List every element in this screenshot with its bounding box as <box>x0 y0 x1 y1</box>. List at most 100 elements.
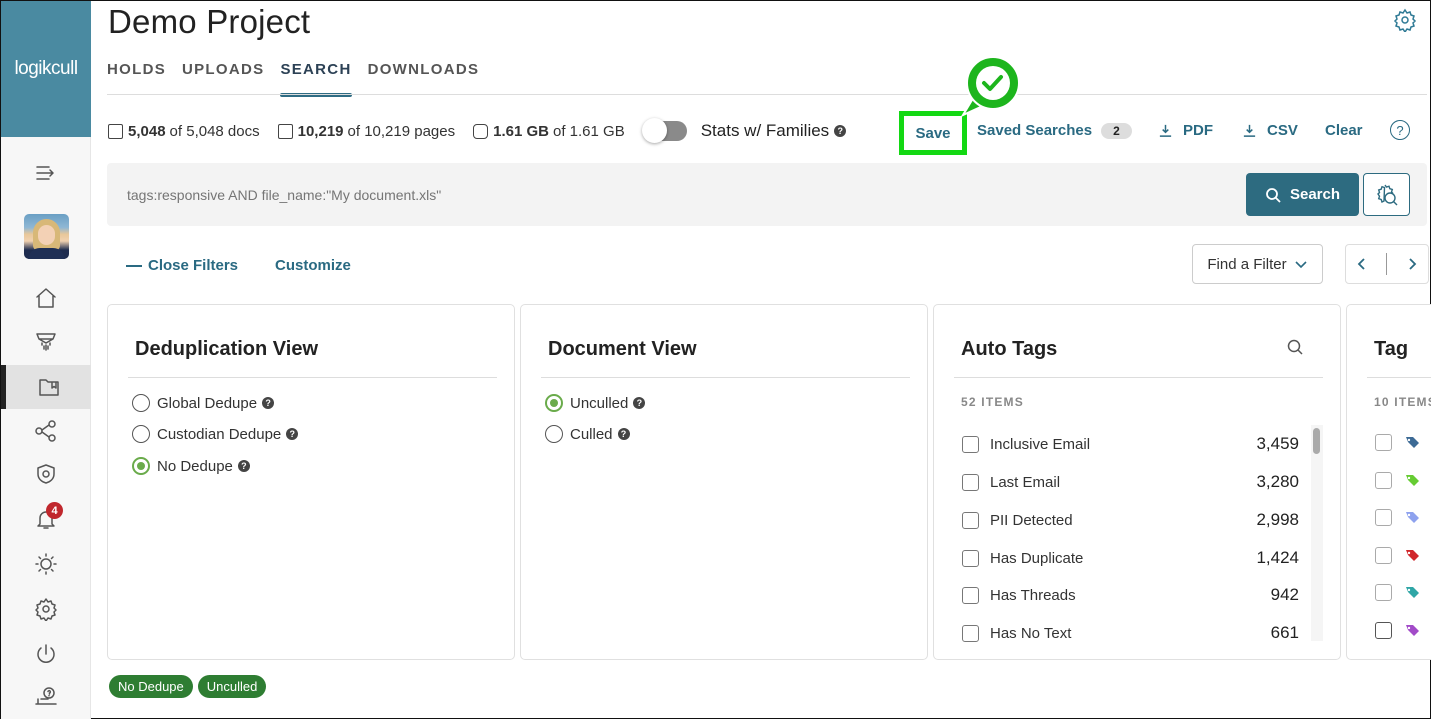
checkbox[interactable] <box>1375 584 1392 601</box>
help-icon[interactable]: ? <box>262 397 275 409</box>
card-title: Auto Tags <box>961 338 1058 360</box>
logout-power-icon <box>37 644 55 663</box>
saved-searches-button[interactable]: Saved Searches 2 <box>977 122 1132 139</box>
stats-families-label: Stats w/ Families <box>700 121 830 140</box>
export-pdf-button[interactable]: PDF <box>1158 122 1213 139</box>
project-tabs: HOLDS UPLOADS SEARCH DOWNLOADS <box>107 61 495 97</box>
sidebar-item-projects[interactable] <box>1 365 91 409</box>
filter-chip[interactable]: No Dedupe <box>109 675 193 698</box>
tab-downloads[interactable]: DOWNLOADS <box>368 61 480 97</box>
checkbox[interactable] <box>1375 546 1392 564</box>
radio-button[interactable] <box>132 425 150 443</box>
saved-searches-count: 2 <box>1101 122 1132 139</box>
checkbox[interactable] <box>962 511 979 529</box>
checkbox[interactable] <box>962 549 979 567</box>
list-item[interactable]: Last Email 3,280 <box>962 472 1299 492</box>
notification-badge: 4 <box>46 502 63 519</box>
tab-holds[interactable]: HOLDS <box>107 61 166 97</box>
sidebar: logikcull 4 <box>1 1 91 719</box>
help-icon[interactable]: ? <box>633 397 646 409</box>
auto-tags-search-button[interactable] <box>1286 338 1304 356</box>
radio-button-selected[interactable] <box>132 457 150 475</box>
list-item[interactable]: Has Threads 942 <box>962 585 1299 605</box>
help-support-icon <box>35 687 57 705</box>
filter-chip[interactable]: Unculled <box>197 675 267 698</box>
collapse-menu-icon <box>36 166 54 180</box>
sidebar-item-share[interactable] <box>1 411 91 451</box>
sidebar-item-notifications[interactable] <box>1 499 91 539</box>
tag-list-item[interactable] <box>1375 621 1420 639</box>
help-icon[interactable]: ? <box>834 125 847 137</box>
chevron-left-icon[interactable] <box>1355 257 1369 271</box>
checkbox[interactable] <box>1375 434 1392 451</box>
sidebar-item-settings[interactable] <box>1 589 91 629</box>
collapse-menu-button[interactable] <box>1 153 91 193</box>
chevron-right-icon[interactable] <box>1405 257 1419 271</box>
logikcull-logo[interactable]: logikcull <box>1 1 91 137</box>
sidebar-item-holds[interactable] <box>1 321 91 361</box>
projects-folder-icon <box>38 379 59 396</box>
radio-culled[interactable]: Culled? <box>545 425 630 443</box>
search-button[interactable]: Search <box>1246 173 1359 216</box>
sidebar-item-logout[interactable] <box>1 634 91 674</box>
radio-button[interactable] <box>132 394 150 412</box>
tag-list-item[interactable] <box>1375 546 1420 564</box>
search-bar: Search <box>107 163 1427 226</box>
export-csv-button[interactable]: CSV <box>1242 122 1298 139</box>
radio-button-selected[interactable] <box>545 394 563 412</box>
tag-icon <box>1406 512 1419 523</box>
clear-button[interactable]: Clear <box>1325 122 1363 139</box>
radio-no-dedupe[interactable]: No Dedupe? <box>132 457 250 475</box>
checkbox[interactable] <box>1375 509 1392 526</box>
help-icon[interactable]: ? <box>617 428 630 440</box>
checkbox[interactable] <box>1375 471 1392 489</box>
customize-button[interactable]: Customize <box>275 257 351 274</box>
items-count: 10 ITEMS <box>1374 395 1431 409</box>
filter-pager <box>1345 244 1429 284</box>
docs-stat: 5,048 of 5,048 docs <box>108 123 260 140</box>
help-button[interactable]: ? <box>1390 120 1410 140</box>
search-input[interactable] <box>127 183 1227 207</box>
tag-list-item[interactable] <box>1375 434 1420 451</box>
checkbox[interactable] <box>962 435 979 453</box>
checkbox[interactable] <box>962 586 979 604</box>
checkbox[interactable] <box>1375 621 1392 639</box>
sidebar-item-help[interactable] <box>1 677 91 717</box>
stats-families-toggle[interactable] <box>641 118 687 143</box>
user-avatar[interactable] <box>24 214 69 259</box>
radio-global-dedupe[interactable]: Global Dedupe? <box>132 394 275 412</box>
radio-custodian-dedupe[interactable]: Custodian Dedupe? <box>132 425 299 443</box>
checkbox[interactable] <box>962 624 979 642</box>
settings-gear-icon <box>35 598 57 621</box>
find-filter-dropdown[interactable]: Find a Filter <box>1192 244 1323 284</box>
scrollbar[interactable] <box>1311 425 1323 641</box>
auto-tags-card: Auto Tags 52 ITEMS Inclusive Email 3,459… <box>933 304 1341 660</box>
checkbox[interactable] <box>962 473 979 491</box>
tag-icon <box>1406 587 1419 598</box>
scrollbar-thumb[interactable] <box>1313 428 1320 454</box>
radio-unculled[interactable]: Unculled? <box>545 394 646 412</box>
tag-icon <box>1406 549 1419 561</box>
list-item[interactable]: PII Detected 2,998 <box>962 510 1299 530</box>
help-icon[interactable]: ? <box>286 428 299 440</box>
tag-list-item[interactable] <box>1375 509 1420 526</box>
tag-card: Tag 10 ITEMS <box>1346 304 1431 660</box>
sidebar-item-theme[interactable] <box>1 544 91 584</box>
tab-uploads[interactable]: UPLOADS <box>182 61 264 97</box>
advanced-search-button[interactable] <box>1363 173 1410 216</box>
sidebar-item-home[interactable] <box>1 278 91 318</box>
list-item[interactable]: Has Duplicate 1,424 <box>962 548 1299 568</box>
tab-search[interactable]: SEARCH <box>280 61 352 97</box>
tag-list-item[interactable] <box>1375 584 1420 601</box>
card-title: Document View <box>548 338 697 360</box>
sidebar-item-security[interactable] <box>1 454 91 494</box>
close-filters-button[interactable]: Close Filters <box>126 257 238 274</box>
project-settings-button[interactable] <box>1393 8 1417 34</box>
radio-button[interactable] <box>545 425 563 443</box>
help-icon[interactable]: ? <box>237 460 250 472</box>
tag-icon <box>1406 624 1419 636</box>
list-item[interactable]: Inclusive Email 3,459 <box>962 434 1299 454</box>
list-item[interactable]: Has No Text 661 <box>962 623 1299 643</box>
tag-list-item[interactable] <box>1375 471 1420 489</box>
download-icon <box>1159 124 1172 137</box>
